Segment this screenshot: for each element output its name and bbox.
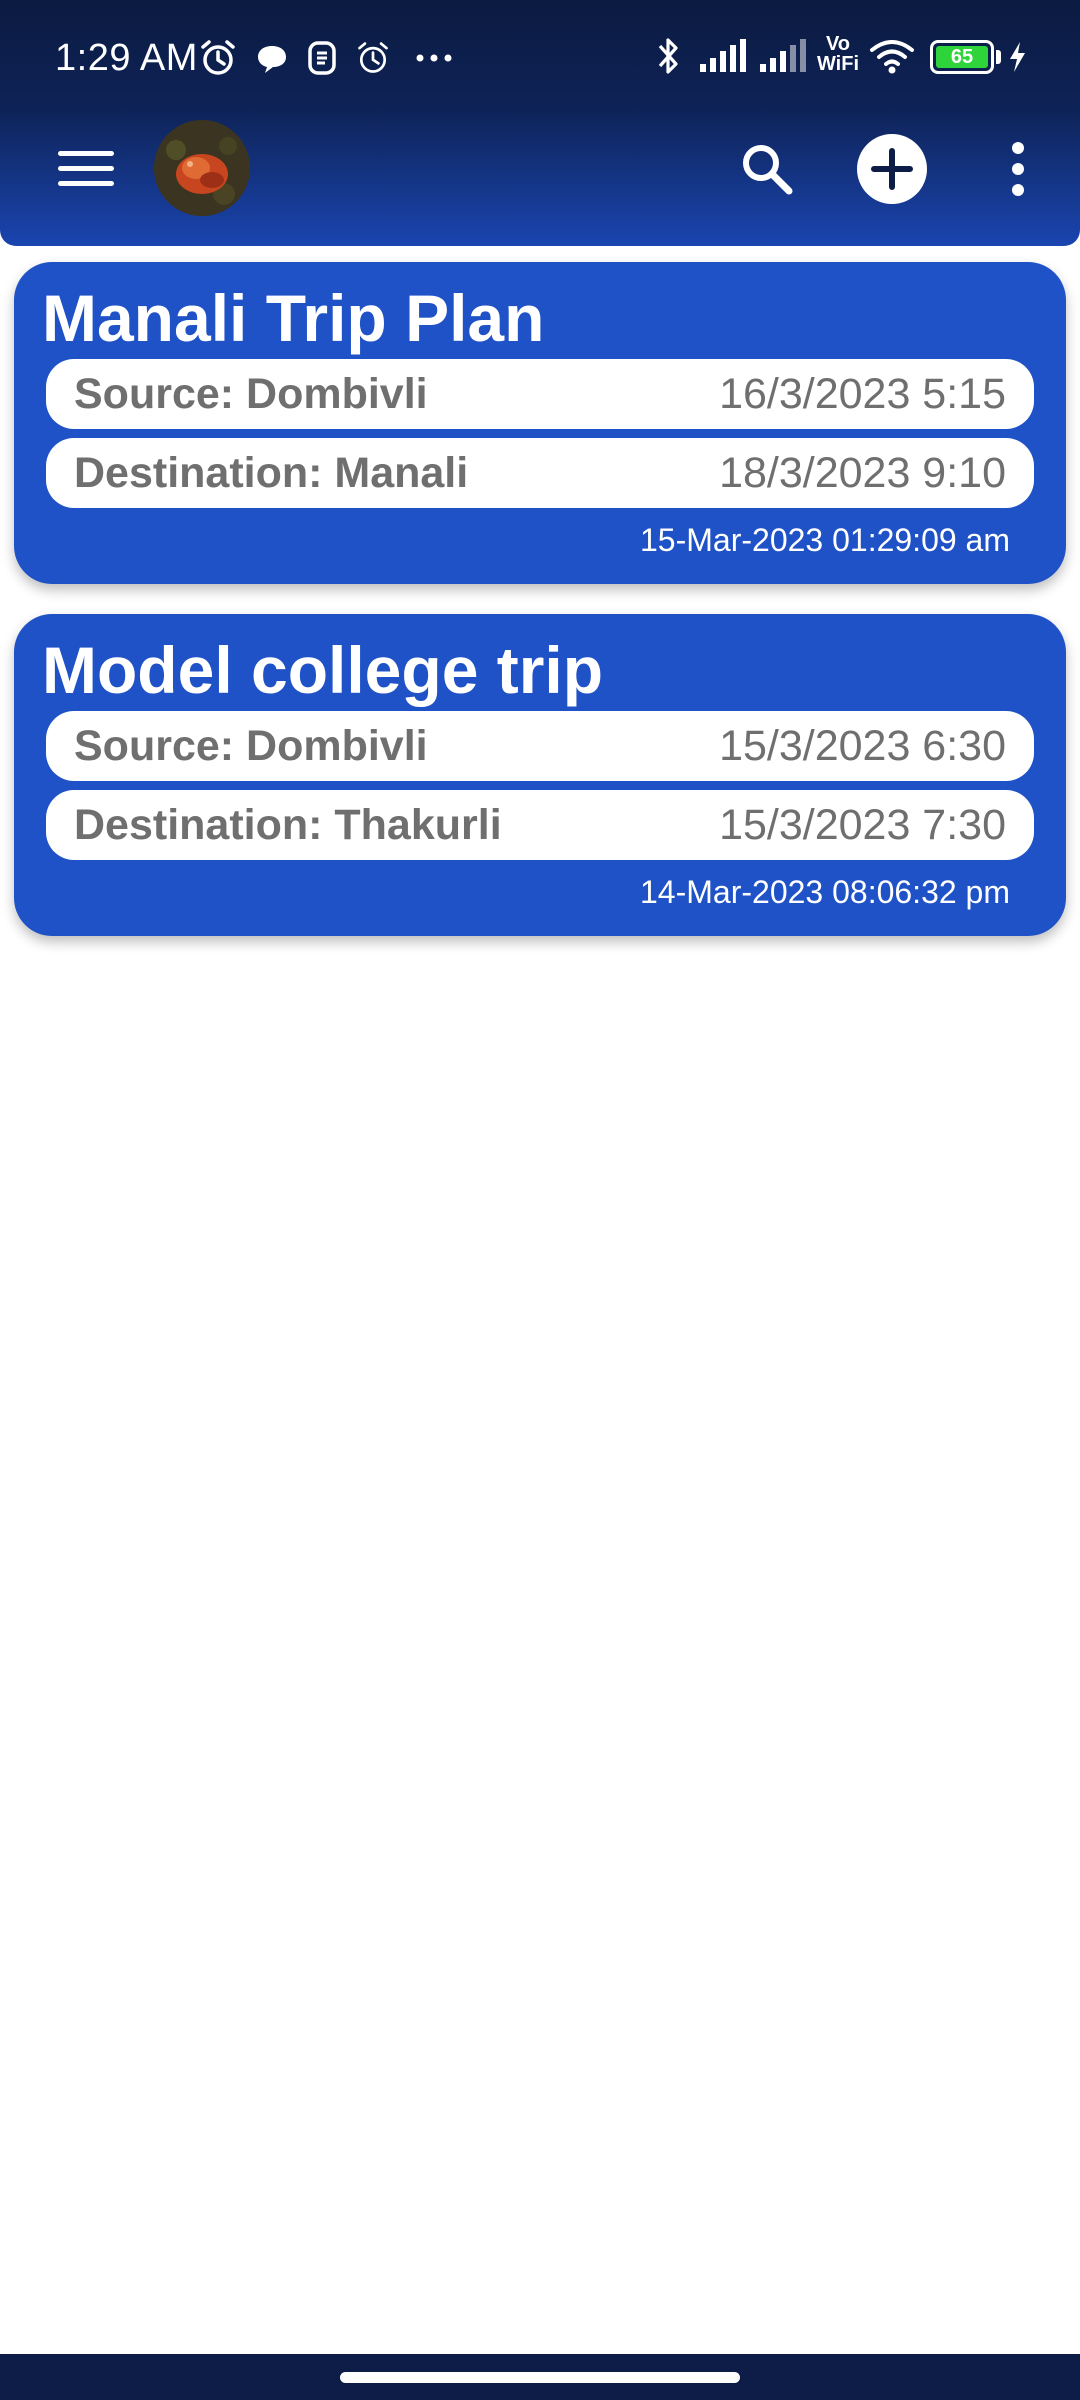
app-notification-icon: [308, 41, 336, 75]
trip-card[interactable]: Manali Trip Plan Source: Dombivli 16/3/2…: [14, 262, 1066, 584]
destination-datetime: 15/3/2023 7:30: [719, 800, 1006, 849]
vowifi-label-top: Vo: [825, 33, 851, 55]
trip-list: Manali Trip Plan Source: Dombivli 16/3/2…: [14, 262, 1066, 966]
add-icon: [871, 148, 913, 190]
battery-icon: 65: [930, 40, 994, 74]
profile-avatar[interactable]: [154, 120, 250, 216]
created-timestamp: 14-Mar-2023 08:06:32 pm: [640, 874, 1010, 910]
avatar-image: [154, 120, 250, 216]
more-vert-icon: [1012, 142, 1024, 196]
destination-label: Destination: Manali: [74, 448, 469, 497]
vowifi-icon: Vo WiFi: [816, 34, 860, 78]
chat-bubble-icon: [258, 46, 286, 73]
search-icon: [743, 145, 793, 195]
wifi-icon: [870, 40, 914, 74]
overflow-menu-button[interactable]: [998, 134, 1038, 204]
search-button[interactable]: [732, 134, 802, 204]
trip-title: Model college trip: [42, 633, 604, 707]
destination-datetime: 18/3/2023 9:10: [719, 448, 1006, 497]
home-indicator[interactable]: [340, 2372, 740, 2383]
battery-cap: [996, 50, 1001, 64]
app-header: 1:29 AM Vo WiFi 65: [0, 0, 1080, 246]
menu-button[interactable]: [48, 140, 124, 198]
charging-icon: [1010, 42, 1025, 72]
alarm-icon: [358, 42, 388, 73]
hamburger-menu-icon: [58, 151, 114, 186]
destination-row: Destination: Manali 18/3/2023 9:10: [46, 438, 1034, 508]
add-trip-button[interactable]: [857, 134, 927, 204]
status-bar: 1:29 AM Vo WiFi 65: [0, 0, 1080, 110]
destination-label: Destination: Thakurli: [74, 800, 502, 849]
source-row: Source: Dombivli 16/3/2023 5:15: [46, 359, 1034, 429]
source-label: Source: Dombivli: [74, 721, 428, 770]
destination-row: Destination: Thakurli 15/3/2023 7:30: [46, 790, 1034, 860]
signal-icon: [760, 39, 806, 72]
trip-card[interactable]: Model college trip Source: Dombivli 15/3…: [14, 614, 1066, 936]
status-time: 1:29 AM: [55, 37, 198, 79]
alarm-icon: [201, 40, 235, 75]
trip-list-screen: 1:29 AM Vo WiFi 65 Manali Trip Plan Sour…: [0, 0, 1080, 2400]
source-datetime: 16/3/2023 5:15: [719, 369, 1006, 418]
source-row: Source: Dombivli 15/3/2023 6:30: [46, 711, 1034, 781]
system-nav-bar: [0, 2354, 1080, 2400]
battery-level: 65: [936, 46, 988, 68]
source-datetime: 15/3/2023 6:30: [719, 721, 1006, 770]
created-timestamp: 15-Mar-2023 01:29:09 am: [640, 522, 1010, 558]
more-notifications-icon: [416, 54, 452, 62]
signal-icon: [700, 39, 746, 72]
source-label: Source: Dombivli: [74, 369, 428, 418]
trip-title: Manali Trip Plan: [42, 281, 545, 355]
bluetooth-icon: [658, 38, 678, 74]
vowifi-label-bottom: WiFi: [816, 53, 860, 75]
